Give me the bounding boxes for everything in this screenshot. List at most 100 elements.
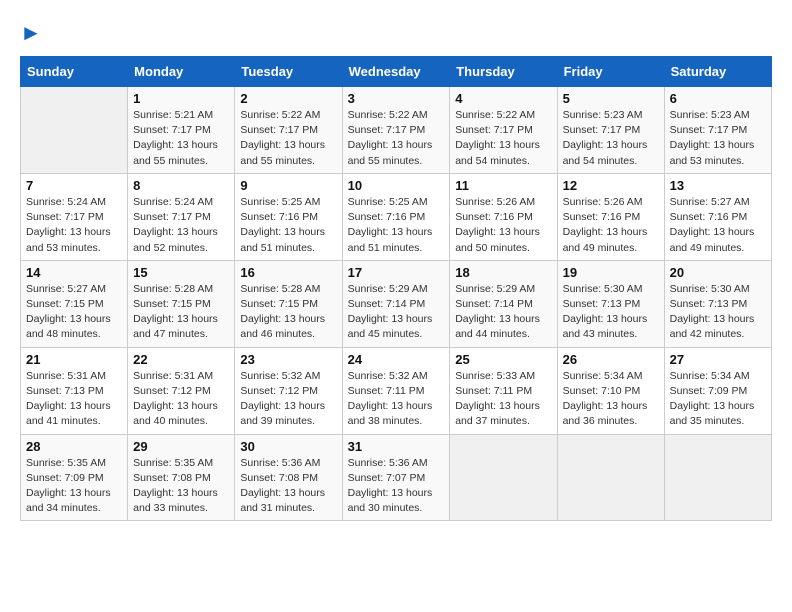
header-cell-wednesday: Wednesday <box>342 57 450 87</box>
day-info: Sunrise: 5:29 AMSunset: 7:14 PMDaylight:… <box>455 282 551 343</box>
calendar-table: SundayMondayTuesdayWednesdayThursdayFrid… <box>20 56 772 521</box>
day-info: Sunrise: 5:29 AMSunset: 7:14 PMDaylight:… <box>348 282 445 343</box>
day-number: 16 <box>240 265 336 280</box>
header-cell-friday: Friday <box>557 57 664 87</box>
calendar-cell: 18 Sunrise: 5:29 AMSunset: 7:14 PMDayligh… <box>450 260 557 347</box>
day-info: Sunrise: 5:25 AMSunset: 7:16 PMDaylight:… <box>240 195 336 256</box>
calendar-cell: 3 Sunrise: 5:22 AMSunset: 7:17 PMDaylight… <box>342 87 450 174</box>
calendar-week-3: 14 Sunrise: 5:27 AMSunset: 7:15 PMDayligh… <box>21 260 772 347</box>
calendar-cell: 17 Sunrise: 5:29 AMSunset: 7:14 PMDayligh… <box>342 260 450 347</box>
day-info: Sunrise: 5:27 AMSunset: 7:16 PMDaylight:… <box>670 195 766 256</box>
calendar-cell: 19Sunrise: 5:30 AMSunset: 7:13 PMDayligh… <box>557 260 664 347</box>
day-number: 3 <box>348 91 445 106</box>
day-info: Sunrise: 5:22 AMSunset: 7:17 PMDaylight:… <box>348 108 445 169</box>
day-info: Sunrise: 5:27 AMSunset: 7:15 PMDaylight:… <box>26 282 122 343</box>
day-info: Sunrise: 5:33 AMSunset: 7:11 PMDaylight:… <box>455 369 551 430</box>
day-number: 5 <box>563 91 659 106</box>
calendar-cell: 30 Sunrise: 5:36 AMSunset: 7:08 PMDayligh… <box>235 434 342 521</box>
day-info: Sunrise: 5:26 AMSunset: 7:16 PMDaylight:… <box>455 195 551 256</box>
day-info: Sunrise: 5:36 AMSunset: 7:07 PMDaylight:… <box>348 456 445 517</box>
day-info: Sunrise: 5:34 AMSunset: 7:10 PMDaylight:… <box>563 369 659 430</box>
day-number: 7 <box>26 178 122 193</box>
day-info: Sunrise: 5:30 AMSunset: 7:13 PMDaylight:… <box>563 282 659 343</box>
day-number: 18 <box>455 265 551 280</box>
day-info: Sunrise: 5:26 AMSunset: 7:16 PMDaylight:… <box>563 195 659 256</box>
header: ► <box>20 20 772 46</box>
calendar-cell: 24 Sunrise: 5:32 AMSunset: 7:11 PMDayligh… <box>342 347 450 434</box>
day-info: Sunrise: 5:23 AMSunset: 7:17 PMDaylight:… <box>563 108 659 169</box>
calendar-cell: 13 Sunrise: 5:27 AMSunset: 7:16 PMDayligh… <box>664 173 771 260</box>
day-number: 1 <box>133 91 229 106</box>
day-number: 12 <box>563 178 659 193</box>
day-info: Sunrise: 5:35 AMSunset: 7:09 PMDaylight:… <box>26 456 122 517</box>
calendar-week-4: 21 Sunrise: 5:31 AMSunset: 7:13 PMDayligh… <box>21 347 772 434</box>
day-number: 10 <box>348 178 445 193</box>
day-info: Sunrise: 5:28 AMSunset: 7:15 PMDaylight:… <box>240 282 336 343</box>
calendar-cell: 7 Sunrise: 5:24 AMSunset: 7:17 PMDaylight… <box>21 173 128 260</box>
day-info: Sunrise: 5:34 AMSunset: 7:09 PMDaylight:… <box>670 369 766 430</box>
day-number: 2 <box>240 91 336 106</box>
logo-arrow-icon: ► <box>20 20 42 46</box>
day-number: 14 <box>26 265 122 280</box>
day-info: Sunrise: 5:32 AMSunset: 7:11 PMDaylight:… <box>348 369 445 430</box>
day-number: 29 <box>133 439 229 454</box>
calendar-cell: 14 Sunrise: 5:27 AMSunset: 7:15 PMDayligh… <box>21 260 128 347</box>
header-cell-monday: Monday <box>128 57 235 87</box>
calendar-body: 1 Sunrise: 5:21 AMSunset: 7:17 PMDaylight… <box>21 87 772 521</box>
day-number: 13 <box>670 178 766 193</box>
calendar-cell: 5 Sunrise: 5:23 AMSunset: 7:17 PMDaylight… <box>557 87 664 174</box>
calendar-cell: 21 Sunrise: 5:31 AMSunset: 7:13 PMDayligh… <box>21 347 128 434</box>
calendar-cell: 9Sunrise: 5:25 AMSunset: 7:16 PMDaylight… <box>235 173 342 260</box>
day-number: 26 <box>563 352 659 367</box>
day-info: Sunrise: 5:31 AMSunset: 7:13 PMDaylight:… <box>26 369 122 430</box>
calendar-cell: 26 Sunrise: 5:34 AMSunset: 7:10 PMDayligh… <box>557 347 664 434</box>
day-number: 23 <box>240 352 336 367</box>
day-info: Sunrise: 5:32 AMSunset: 7:12 PMDaylight:… <box>240 369 336 430</box>
day-info: Sunrise: 5:21 AMSunset: 7:17 PMDaylight:… <box>133 108 229 169</box>
calendar-cell: 1 Sunrise: 5:21 AMSunset: 7:17 PMDaylight… <box>128 87 235 174</box>
day-info: Sunrise: 5:28 AMSunset: 7:15 PMDaylight:… <box>133 282 229 343</box>
day-number: 31 <box>348 439 445 454</box>
calendar-cell: 31 Sunrise: 5:36 AMSunset: 7:07 PMDayligh… <box>342 434 450 521</box>
day-number: 15 <box>133 265 229 280</box>
day-number: 24 <box>348 352 445 367</box>
day-number: 27 <box>670 352 766 367</box>
day-info: Sunrise: 5:24 AMSunset: 7:17 PMDaylight:… <box>26 195 122 256</box>
calendar-cell: 4 Sunrise: 5:22 AMSunset: 7:17 PMDaylight… <box>450 87 557 174</box>
calendar-cell: 27 Sunrise: 5:34 AMSunset: 7:09 PMDayligh… <box>664 347 771 434</box>
header-row: SundayMondayTuesdayWednesdayThursdayFrid… <box>21 57 772 87</box>
calendar-header: SundayMondayTuesdayWednesdayThursdayFrid… <box>21 57 772 87</box>
calendar-cell: 2 Sunrise: 5:22 AMSunset: 7:17 PMDaylight… <box>235 87 342 174</box>
day-number: 4 <box>455 91 551 106</box>
day-number: 6 <box>670 91 766 106</box>
day-number: 21 <box>26 352 122 367</box>
calendar-cell: 16 Sunrise: 5:28 AMSunset: 7:15 PMDayligh… <box>235 260 342 347</box>
calendar-cell: 29Sunrise: 5:35 AMSunset: 7:08 PMDayligh… <box>128 434 235 521</box>
calendar-cell <box>664 434 771 521</box>
day-number: 17 <box>348 265 445 280</box>
calendar-week-1: 1 Sunrise: 5:21 AMSunset: 7:17 PMDaylight… <box>21 87 772 174</box>
logo: ► <box>20 20 42 46</box>
calendar-cell: 28 Sunrise: 5:35 AMSunset: 7:09 PMDayligh… <box>21 434 128 521</box>
calendar-cell: 23 Sunrise: 5:32 AMSunset: 7:12 PMDayligh… <box>235 347 342 434</box>
header-cell-thursday: Thursday <box>450 57 557 87</box>
calendar-week-5: 28 Sunrise: 5:35 AMSunset: 7:09 PMDayligh… <box>21 434 772 521</box>
day-number: 28 <box>26 439 122 454</box>
day-number: 25 <box>455 352 551 367</box>
day-info: Sunrise: 5:22 AMSunset: 7:17 PMDaylight:… <box>240 108 336 169</box>
day-info: Sunrise: 5:30 AMSunset: 7:13 PMDaylight:… <box>670 282 766 343</box>
calendar-cell: 25 Sunrise: 5:33 AMSunset: 7:11 PMDayligh… <box>450 347 557 434</box>
calendar-cell: 20 Sunrise: 5:30 AMSunset: 7:13 PMDayligh… <box>664 260 771 347</box>
day-number: 20 <box>670 265 766 280</box>
day-number: 22 <box>133 352 229 367</box>
day-number: 8 <box>133 178 229 193</box>
calendar-week-2: 7 Sunrise: 5:24 AMSunset: 7:17 PMDaylight… <box>21 173 772 260</box>
day-info: Sunrise: 5:22 AMSunset: 7:17 PMDaylight:… <box>455 108 551 169</box>
calendar-cell <box>450 434 557 521</box>
day-number: 30 <box>240 439 336 454</box>
header-cell-sunday: Sunday <box>21 57 128 87</box>
calendar-cell: 6 Sunrise: 5:23 AMSunset: 7:17 PMDaylight… <box>664 87 771 174</box>
day-info: Sunrise: 5:36 AMSunset: 7:08 PMDaylight:… <box>240 456 336 517</box>
calendar-cell: 8Sunrise: 5:24 AMSunset: 7:17 PMDaylight… <box>128 173 235 260</box>
day-info: Sunrise: 5:23 AMSunset: 7:17 PMDaylight:… <box>670 108 766 169</box>
